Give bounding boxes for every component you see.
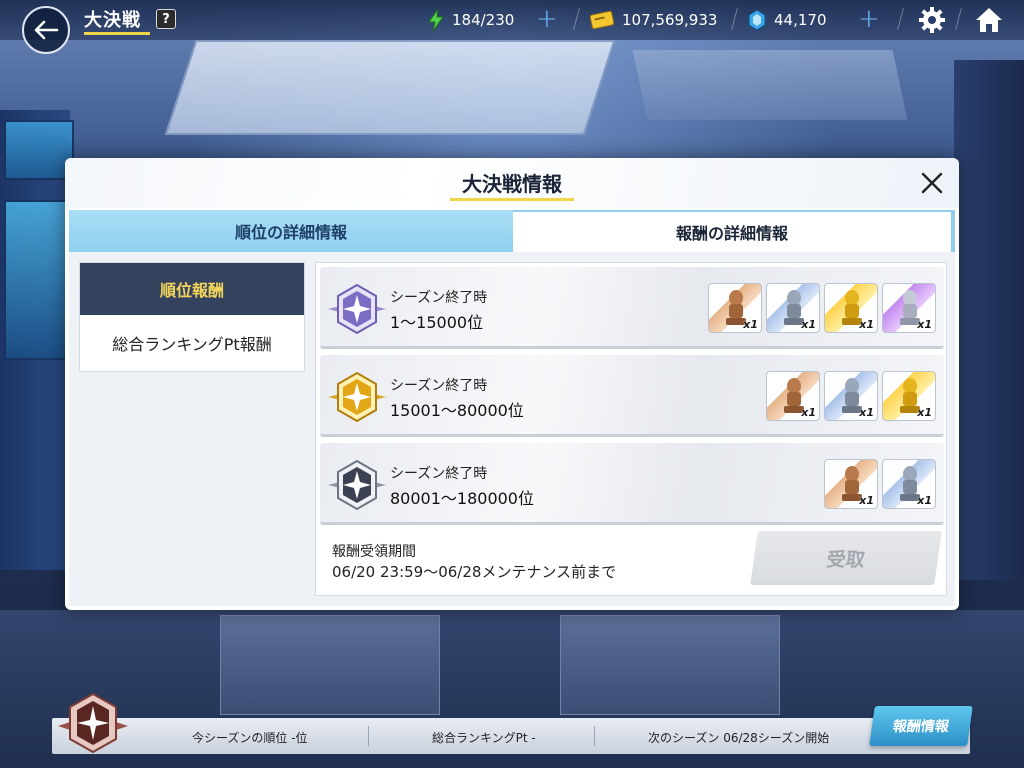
reward-range: 80001〜180000位 [390,489,534,508]
coins-value: 107,569,933 [622,11,718,29]
info-modal: 大決戦情報 順位の詳細情報 報酬の詳細情報 順位報酬 総合ランキングPt報酬 シ… [65,158,959,610]
reward-range: 15001〜80000位 [390,401,524,420]
crystal-icon [748,9,766,31]
item-quantity: x1 [917,318,932,331]
coins-display: 107,569,933 [590,8,717,32]
item-quantity: x1 [801,406,816,419]
home-icon [976,8,1002,32]
gear-icon [919,7,945,33]
item-quantity: x1 [859,318,874,331]
reward-item-silver[interactable]: x1 [882,459,936,509]
ranking-pt-text: 総合ランキングPt - [432,731,536,745]
claim-button[interactable]: 受取 [750,531,942,585]
reward-caption: シーズン終了時 [390,290,488,306]
reward-caption: シーズン終了時 [390,378,488,394]
close-button[interactable] [917,168,947,198]
reward-item-bronze[interactable]: x1 [766,371,820,421]
tab-rank-details[interactable]: 順位の詳細情報 [69,210,513,252]
item-quantity: x1 [917,406,932,419]
reward-item-bronze[interactable]: x1 [708,283,762,333]
item-quantity: x1 [859,494,874,507]
lightning-icon [428,9,444,31]
reward-footer: 報酬受領期間 06/20 23:59〜06/28メンテナンス前まで 受取 [320,527,944,593]
crystals-display: 44,170 [748,8,827,32]
screen-title: 大決戦 [84,10,141,31]
reward-list: シーズン終了時 1〜15000位 x1 x1 x1 x1 シーズン終了時 150… [315,262,947,596]
title-underline [84,32,150,35]
help-button[interactable]: ? [156,9,176,29]
wall-monitor [4,120,74,180]
ticket-coin-icon [590,11,614,29]
add-crystals-button[interactable]: + [858,4,880,34]
ceiling-light-panel [164,40,616,135]
reward-item-gold[interactable]: x1 [824,283,878,333]
floor-console [220,615,440,715]
stamina-value: 184/230 [452,11,515,29]
item-quantity: x1 [917,494,932,507]
modal-content: 順位報酬 総合ランキングPt報酬 シーズン終了時 1〜15000位 x1 x1 … [69,252,955,606]
tab-reward-details[interactable]: 報酬の詳細情報 [513,210,955,252]
modal-header: 大決戦情報 [65,158,959,208]
rank-medal-icon [58,692,128,754]
divider [368,726,369,746]
gold-medal-icon [328,371,386,423]
reward-row: シーズン終了時 80001〜180000位 x1 x1 [320,443,944,525]
crystals-value: 44,170 [774,11,827,29]
reward-item-bronze[interactable]: x1 [824,459,878,509]
purple-medal-icon [328,283,386,335]
item-quantity: x1 [743,318,758,331]
settings-button[interactable] [918,6,946,34]
reward-item-silver[interactable]: x1 [824,371,878,421]
reward-info-button[interactable]: 報酬情報 [869,706,973,746]
side-item-rank-reward[interactable]: 順位報酬 [80,263,304,315]
divider [594,726,595,746]
add-stamina-button[interactable]: + [536,4,558,34]
right-wall [954,60,1024,580]
home-button[interactable] [974,5,1004,35]
back-button[interactable] [22,6,70,54]
item-quantity: x1 [801,318,816,331]
reward-items: x1 x1 [824,459,936,509]
modal-title: 大決戦情報 [462,172,562,196]
reward-item-gold[interactable]: x1 [882,371,936,421]
reward-item-purple[interactable]: x1 [882,283,936,333]
reward-items: x1 x1 x1 [766,371,936,421]
claim-period-value: 06/20 23:59〜06/28メンテナンス前まで [332,563,617,581]
title-underline [450,198,574,201]
reward-row: シーズン終了時 1〜15000位 x1 x1 x1 x1 [320,267,944,349]
reward-row: シーズン終了時 15001〜80000位 x1 x1 x1 [320,355,944,437]
current-rank-text: 今シーズンの順位 -位 [192,731,308,745]
reward-caption: シーズン終了時 [390,466,488,482]
side-item-ranking-pt-reward[interactable]: 総合ランキングPt報酬 [80,315,304,371]
claim-period-label: 報酬受領期間 [332,544,416,560]
next-season-text: 次のシーズン 06/28シーズン開始 [648,731,830,745]
tab-bar: 順位の詳細情報 報酬の詳細情報 [69,210,955,252]
arrow-left-icon [34,20,59,40]
ceiling-panel [632,50,908,120]
stamina-display: 184/230 [428,8,514,32]
close-icon [921,172,943,194]
wall-monitor [4,200,74,360]
floor-console [560,615,780,715]
reward-range: 1〜15000位 [390,313,484,332]
reward-item-silver[interactable]: x1 [766,283,820,333]
silver-medal-icon [328,459,386,511]
reward-items: x1 x1 x1 x1 [708,283,936,333]
item-quantity: x1 [859,406,874,419]
side-menu: 順位報酬 総合ランキングPt報酬 [79,262,305,372]
